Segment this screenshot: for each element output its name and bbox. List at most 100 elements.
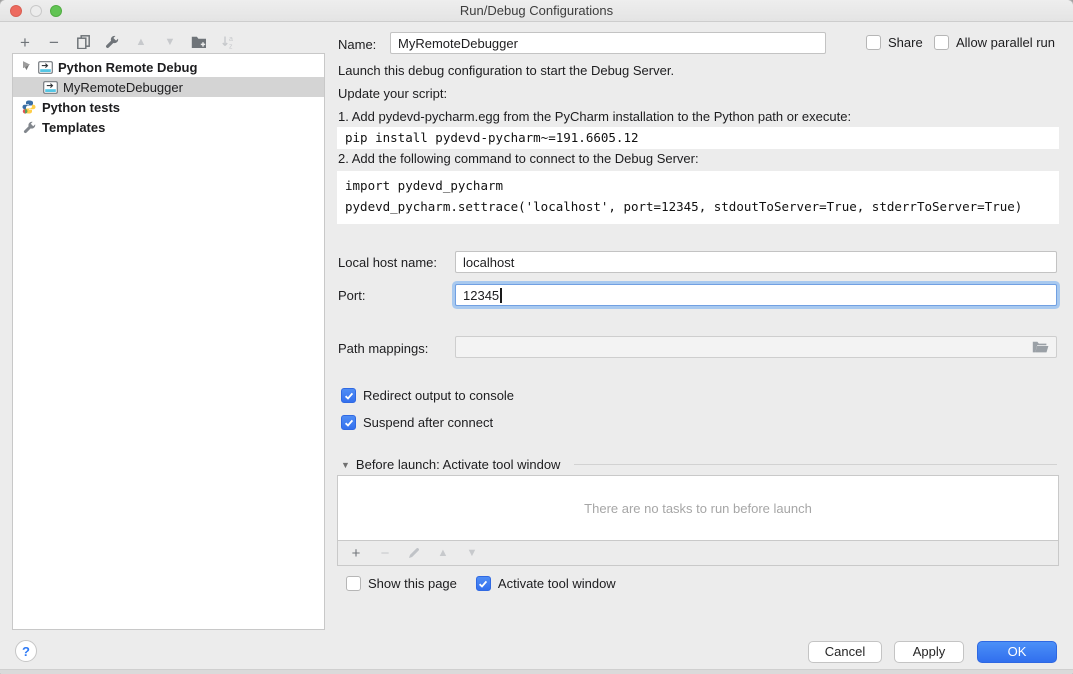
- show-this-page-label: Show this page: [368, 576, 457, 591]
- intro-text: Launch this debug configuration to start…: [338, 63, 674, 78]
- title-bar: Run/Debug Configurations: [0, 0, 1073, 22]
- remote-debug-icon: [42, 81, 58, 94]
- browse-folder-icon[interactable]: [1032, 341, 1049, 353]
- remote-debug-icon: [37, 61, 53, 74]
- svg-text:a: a: [229, 36, 233, 43]
- tree-item-myremotedebugger[interactable]: MyRemoteDebugger: [13, 77, 324, 97]
- wrench-icon: [105, 35, 119, 49]
- configurations-toolbar: + − ▲ ▼ az: [17, 30, 236, 54]
- python-tests-icon: [21, 100, 37, 114]
- share-checkbox-row: Share: [866, 35, 923, 50]
- settrace-code-line2: pydevd_pycharm.settrace('localhost', por…: [345, 196, 1051, 217]
- arrow-up-icon: ▲: [438, 548, 449, 559]
- add-configuration-button[interactable]: +: [17, 33, 33, 51]
- configurations-tree: ▼ Python Remote Debug MyRemoteDebugger ▶…: [12, 53, 325, 630]
- text-caret: [500, 288, 502, 303]
- checkmark-icon: [344, 391, 354, 401]
- move-task-up-button[interactable]: ▲: [435, 544, 451, 562]
- port-input[interactable]: 12345: [455, 284, 1057, 306]
- redirect-console-label: Redirect output to console: [363, 388, 514, 403]
- suspend-after-connect-label: Suspend after connect: [363, 415, 493, 430]
- wrench-icon: [21, 121, 37, 134]
- minimize-window-button: [30, 5, 42, 17]
- path-mappings-input[interactable]: [455, 336, 1057, 358]
- section-collapse-icon[interactable]: ▼: [341, 460, 350, 470]
- expander-collapsed-icon[interactable]: ▶: [21, 59, 32, 71]
- tree-item-label: Python tests: [42, 100, 120, 115]
- checkmark-icon: [344, 418, 354, 428]
- settrace-code-line1: import pydevd_pycharm: [345, 175, 1051, 196]
- tasks-toolbar: + − ▲ ▼: [338, 541, 1058, 565]
- add-task-button[interactable]: +: [348, 544, 364, 562]
- name-label: Name:: [338, 37, 376, 52]
- show-this-page-checkbox[interactable]: [346, 576, 361, 591]
- tree-item-templates[interactable]: ▶ Templates: [13, 117, 324, 137]
- edit-task-button[interactable]: [406, 544, 422, 562]
- new-folder-icon: [191, 36, 207, 49]
- svg-text:z: z: [229, 43, 233, 49]
- path-mappings-label: Path mappings:: [338, 341, 428, 356]
- run-debug-configurations-dialog: Run/Debug Configurations + − ▲ ▼ az ▼ Py…: [0, 0, 1073, 674]
- allow-parallel-checkbox-row: Allow parallel run: [934, 35, 1055, 50]
- move-task-down-button[interactable]: ▼: [464, 544, 480, 562]
- move-down-button[interactable]: ▼: [162, 33, 178, 51]
- sort-alphabetically-icon: az: [221, 35, 235, 49]
- minus-icon: −: [49, 34, 59, 51]
- close-window-button[interactable]: [10, 5, 22, 17]
- remove-task-button[interactable]: −: [377, 544, 393, 562]
- minus-icon: −: [381, 546, 390, 561]
- question-mark-icon: ?: [22, 644, 30, 659]
- checkmark-icon: [478, 579, 488, 589]
- share-checkbox[interactable]: [866, 35, 881, 50]
- local-host-label: Local host name:: [338, 255, 437, 270]
- before-launch-header: ▼ Before launch: Activate tool window: [341, 457, 1057, 472]
- share-label: Share: [888, 35, 923, 50]
- arrow-up-icon: ▲: [136, 37, 147, 48]
- tree-item-label: MyRemoteDebugger: [63, 80, 183, 95]
- suspend-after-connect-row: Suspend after connect: [341, 415, 493, 430]
- copy-configuration-button[interactable]: [75, 33, 91, 51]
- move-up-button[interactable]: ▲: [133, 33, 149, 51]
- before-launch-tasks-panel: There are no tasks to run before launch …: [337, 475, 1059, 566]
- plus-icon: +: [352, 546, 361, 561]
- redirect-console-checkbox[interactable]: [341, 388, 356, 403]
- pip-install-code: pip install pydevd-pycharm~=191.6605.12: [337, 127, 1059, 149]
- step2-text: 2. Add the following command to connect …: [338, 151, 699, 166]
- tasks-empty-message: There are no tasks to run before launch: [338, 476, 1058, 541]
- window-title: Run/Debug Configurations: [0, 0, 1073, 21]
- apply-button[interactable]: Apply: [894, 641, 964, 663]
- update-script-text: Update your script:: [338, 86, 447, 101]
- step1-text: 1. Add pydevd-pycharm.egg from the PyCha…: [338, 109, 851, 124]
- activate-tool-window-label: Activate tool window: [498, 576, 616, 591]
- arrow-down-icon: ▼: [165, 37, 176, 48]
- local-host-input[interactable]: [455, 251, 1057, 273]
- activate-tool-window-checkbox[interactable]: [476, 576, 491, 591]
- allow-parallel-run-label: Allow parallel run: [956, 35, 1055, 50]
- before-launch-title: Before launch: Activate tool window: [356, 457, 561, 472]
- help-button[interactable]: ?: [15, 640, 37, 662]
- new-folder-button[interactable]: [191, 33, 207, 51]
- edit-templates-button[interactable]: [104, 33, 120, 51]
- show-this-page-row: Show this page Activate tool window: [346, 576, 616, 591]
- sort-configurations-button[interactable]: az: [220, 33, 236, 51]
- port-value: 12345: [463, 288, 499, 303]
- ok-button[interactable]: OK: [977, 641, 1057, 663]
- tree-item-python-tests[interactable]: ▶ Python tests: [13, 97, 324, 117]
- remove-configuration-button[interactable]: −: [46, 33, 62, 51]
- redirect-console-row: Redirect output to console: [341, 388, 514, 403]
- maximize-window-button[interactable]: [50, 5, 62, 17]
- allow-parallel-run-checkbox[interactable]: [934, 35, 949, 50]
- port-label: Port:: [338, 288, 365, 303]
- plus-icon: +: [20, 34, 30, 51]
- tree-item-label: Templates: [42, 120, 105, 135]
- pencil-icon: [408, 547, 420, 559]
- suspend-after-connect-checkbox[interactable]: [341, 415, 356, 430]
- settrace-code: import pydevd_pycharm pydevd_pycharm.set…: [337, 171, 1059, 224]
- window-bottom-edge: [0, 669, 1073, 674]
- section-divider: [574, 464, 1057, 465]
- arrow-down-icon: ▼: [467, 548, 478, 559]
- copy-icon: [77, 35, 90, 49]
- tree-item-python-remote-debug[interactable]: ▼ Python Remote Debug: [13, 57, 324, 77]
- cancel-button[interactable]: Cancel: [808, 641, 882, 663]
- name-input[interactable]: [390, 32, 826, 54]
